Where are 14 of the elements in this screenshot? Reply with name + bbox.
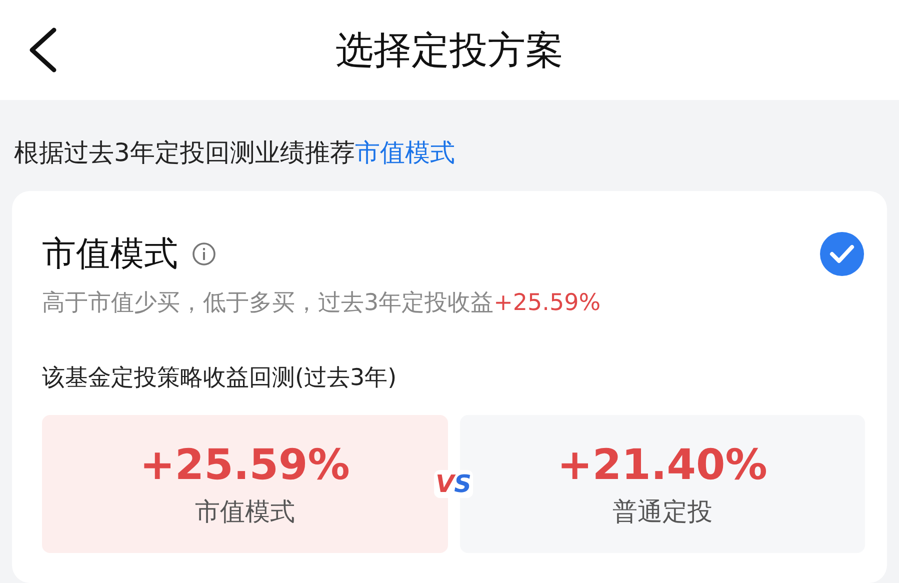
plan-card[interactable]: 市值模式 高于市值少买，低于多买，过去3年定投收益+25.59% 该基金定投策略收益回测(过去3年) +25.59% 市值模式 +21.40% 普通定投 VS — [12, 191, 887, 583]
return-value: +21.40% — [557, 440, 768, 489]
vs-badge: VS — [434, 470, 474, 498]
plan-link[interactable]: 市值模式 — [354, 138, 455, 167]
result-label: 普通定投 — [612, 496, 712, 528]
page-title: 选择定投方案 — [336, 26, 564, 74]
plan-description: 高于市值少买，低于多买，过去3年定投收益+25.59% — [42, 289, 602, 318]
section-label: 该基金定投策略收益回测(过去3年) — [42, 364, 398, 393]
plan-title: 市值模式 — [42, 233, 178, 276]
result-label: 市值模式 — [194, 496, 295, 528]
recommendation-text: 根据过去3年定投回测业绩推荐市值模式 — [13, 137, 456, 169]
return-value: +25.59% — [140, 440, 350, 489]
info-icon[interactable] — [192, 242, 216, 266]
check-icon[interactable] — [819, 231, 865, 277]
